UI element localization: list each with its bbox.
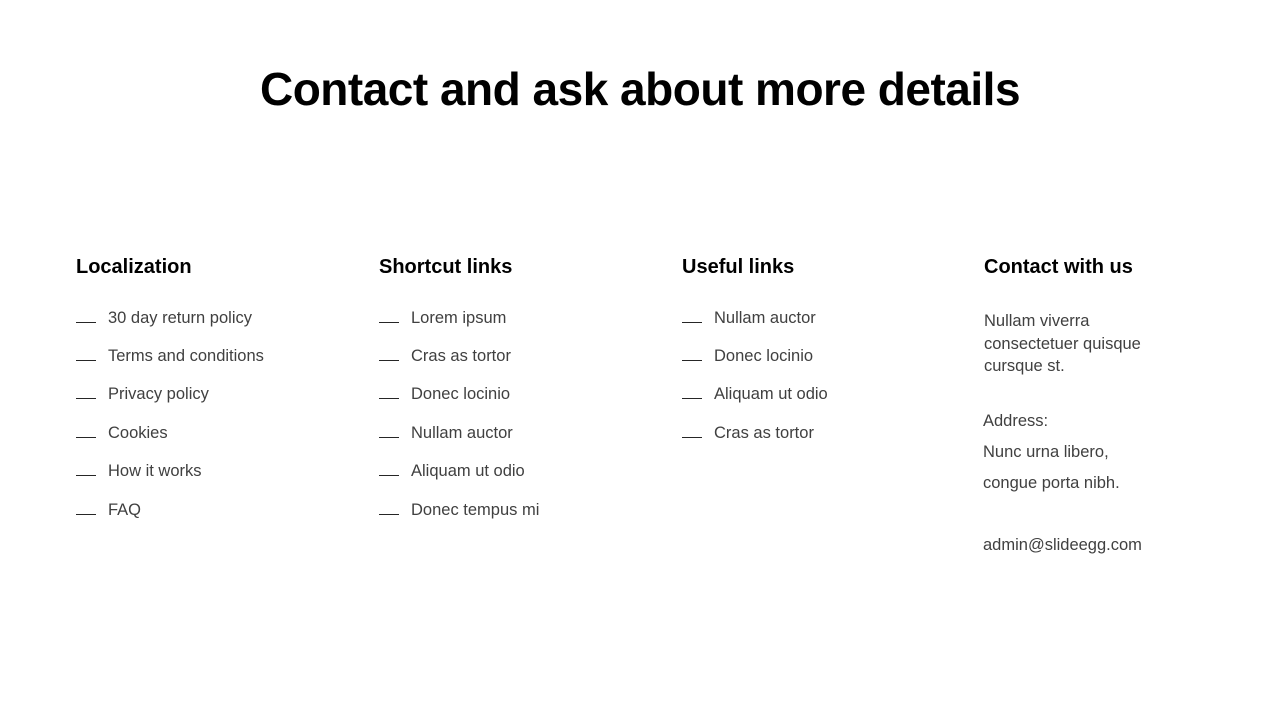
column-contact: Contact with us Nullam viverra consectet… (983, 254, 1142, 554)
link-label[interactable]: Terms and conditions (108, 347, 264, 366)
list-item[interactable]: Cras as tortor (682, 414, 828, 452)
dash-icon (379, 360, 399, 362)
column-heading: Useful links (682, 256, 795, 278)
list-item[interactable]: Aliquam ut odio (379, 453, 539, 491)
list-item[interactable]: Cookies (76, 414, 264, 452)
list-item[interactable]: Nullam auctor (379, 414, 539, 452)
column-heading: Contact with us (984, 256, 1133, 278)
dash-icon (76, 436, 96, 438)
list-item[interactable]: Donec tempus mi (379, 491, 539, 529)
column-useful-links: Useful links Nullam auctor Donec locinio… (682, 254, 828, 461)
list-item[interactable]: Donec locinio (379, 376, 539, 414)
link-label[interactable]: Aliquam ut odio (411, 462, 525, 481)
list-item[interactable]: How it works (76, 453, 264, 491)
dash-icon (379, 321, 399, 323)
list-item[interactable]: Terms and conditions (76, 337, 264, 375)
link-list: Nullam auctor Donec locinio Aliquam ut o… (682, 299, 828, 453)
dash-icon (76, 475, 96, 477)
link-label[interactable]: Lorem ipsum (411, 309, 506, 328)
link-label[interactable]: Donec locinio (714, 347, 813, 366)
list-item[interactable]: Donec locinio (682, 337, 828, 375)
column-localization: Localization 30 day return policy Terms … (76, 254, 264, 537)
email-link[interactable]: admin@slideegg.com (983, 536, 1142, 555)
link-label[interactable]: FAQ (108, 501, 141, 520)
dash-icon (76, 513, 96, 515)
list-item[interactable]: Aliquam ut odio (682, 376, 828, 414)
list-item[interactable]: 30 day return policy (76, 299, 264, 337)
list-item[interactable]: Nullam auctor (682, 299, 828, 337)
link-label[interactable]: Cookies (108, 424, 168, 443)
dash-icon (682, 360, 702, 362)
page-title: Contact and ask about more details (259, 63, 1021, 115)
address-line-2: congue porta nibh. (983, 474, 1120, 492)
address-line-1: Nunc urna libero, (983, 443, 1109, 461)
link-label[interactable]: How it works (108, 462, 202, 481)
dash-icon (379, 398, 399, 400)
dash-icon (379, 436, 399, 438)
list-item[interactable]: FAQ (76, 491, 264, 529)
link-label[interactable]: 30 day return policy (108, 309, 252, 328)
link-list: 30 day return policy Terms and condition… (76, 299, 264, 529)
link-label[interactable]: Nullam auctor (714, 309, 816, 328)
column-shortcut-links: Shortcut links Lorem ipsum Cras as torto… (379, 254, 539, 537)
dash-icon (76, 360, 96, 362)
dash-icon (76, 321, 96, 323)
column-heading: Shortcut links (379, 256, 513, 278)
link-label[interactable]: Cras as tortor (714, 424, 814, 443)
dash-icon (682, 436, 702, 438)
dash-icon (682, 321, 702, 323)
list-item[interactable]: Cras as tortor (379, 337, 539, 375)
list-item[interactable]: Privacy policy (76, 376, 264, 414)
contact-intro: Nullam viverra consectetuer quisque curs… (984, 312, 1141, 375)
dash-icon (379, 475, 399, 477)
link-label[interactable]: Donec tempus mi (411, 501, 539, 520)
dash-icon (76, 398, 96, 400)
link-label[interactable]: Privacy policy (108, 385, 209, 404)
link-label[interactable]: Donec locinio (411, 385, 510, 404)
link-label[interactable]: Nullam auctor (411, 424, 513, 443)
column-heading: Localization (76, 256, 192, 278)
link-label[interactable]: Cras as tortor (411, 347, 511, 366)
address-label: Address: (983, 412, 1049, 430)
link-label[interactable]: Aliquam ut odio (714, 385, 828, 404)
list-item[interactable]: Lorem ipsum (379, 299, 539, 337)
dash-icon (379, 513, 399, 515)
link-list: Lorem ipsum Cras as tortor Donec locinio… (379, 299, 539, 529)
dash-icon (682, 398, 702, 400)
